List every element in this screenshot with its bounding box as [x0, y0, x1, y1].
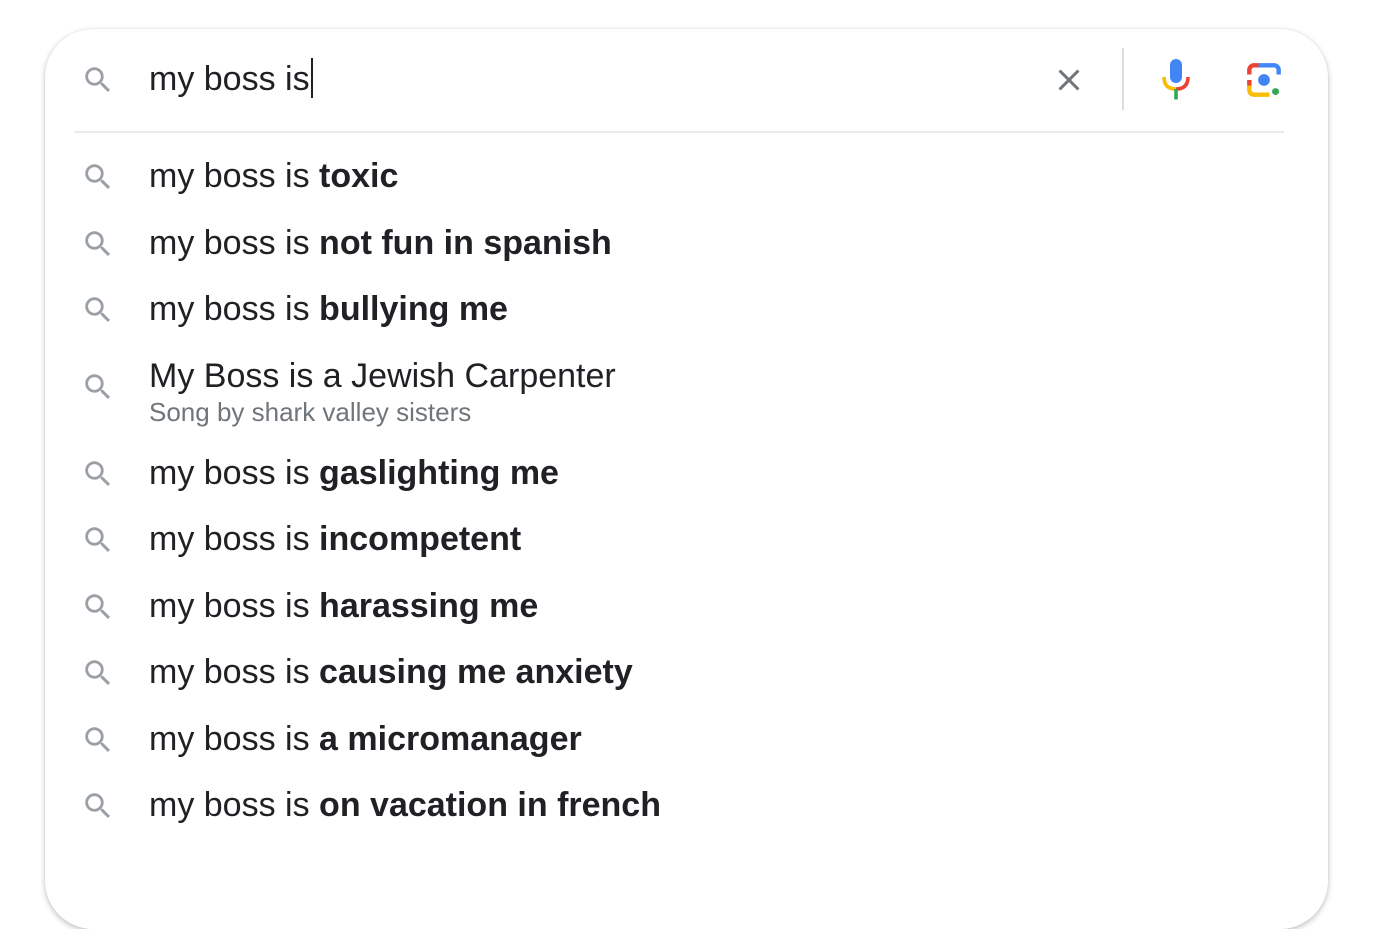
suggestion-prefix: my boss is: [149, 290, 320, 328]
search-icon: [85, 460, 111, 486]
suggestion-text: my boss is toxic: [149, 153, 398, 199]
suggestion-text: my boss is bullying me: [149, 286, 508, 332]
suggestion-prefix: my boss is: [149, 586, 320, 625]
suggestion-text: my boss is a micromanager: [149, 716, 582, 762]
suggestion-item[interactable]: my boss is bullying me: [45, 278, 1328, 345]
suggestion-completion: causing me anxiety: [319, 653, 633, 691]
suggestion-completion: harassing me: [319, 586, 539, 625]
suggestion-completion: bullying me: [319, 290, 508, 328]
search-input[interactable]: my boss is: [149, 56, 313, 102]
search-icon: [85, 660, 111, 686]
suggestion-prefix: my boss is: [149, 653, 320, 691]
suggestion-text: my boss is causing me anxiety: [149, 649, 633, 695]
search-icon: [85, 164, 111, 190]
microphone-icon: [1162, 59, 1190, 100]
suggestion-completion: on vacation in french: [319, 786, 661, 824]
suggestion-item[interactable]: my boss is causing me anxiety: [45, 641, 1328, 708]
search-bar-separator: [74, 131, 1284, 133]
suggestion-prefix: my boss is: [149, 719, 320, 758]
suggestion-item[interactable]: my boss is not fun in spanish: [45, 212, 1328, 279]
search-icon: [85, 527, 111, 553]
suggestion-prefix: my boss is: [149, 223, 320, 262]
search-query-text: my boss is: [149, 60, 310, 98]
suggestion-item-song[interactable]: My Boss is a Jewish Carpenter Song by sh…: [45, 345, 1328, 442]
voice-search-button[interactable]: [1153, 55, 1199, 105]
search-dropdown: my boss is my boss is toxic my boss is n…: [45, 29, 1328, 929]
suggestion-text: my boss is harassing me: [149, 583, 538, 629]
suggestion-title: My Boss is a Jewish Carpenter: [149, 356, 616, 395]
suggestion-completion: gaslighting me: [319, 453, 559, 492]
suggestion-completion: not fun in spanish: [319, 223, 612, 262]
suggestion-list: my boss is toxic my boss is not fun in s…: [45, 145, 1328, 841]
suggestion-text: my boss is gaslighting me: [149, 450, 559, 496]
suggestion-prefix: my boss is: [149, 157, 320, 195]
text-caret: [310, 58, 313, 98]
suggestion-prefix: my boss is: [149, 453, 320, 492]
suggestion-text: my boss is incompetent: [149, 516, 521, 562]
close-icon: [1058, 69, 1080, 91]
suggestion-item[interactable]: my boss is toxic: [45, 145, 1328, 212]
search-icon: [85, 67, 111, 93]
search-icon: [85, 297, 111, 323]
search-icon: [85, 593, 111, 619]
suggestion-completion: a micromanager: [319, 719, 582, 758]
suggestion-prefix: my boss is: [149, 520, 320, 558]
suggestion-text: my boss is on vacation in french: [149, 782, 661, 828]
suggestion-item[interactable]: my boss is incompetent: [45, 508, 1328, 575]
search-icon: [85, 373, 111, 399]
suggestion-item[interactable]: my boss is gaslighting me: [45, 442, 1328, 509]
toolbar-divider: [1122, 48, 1124, 110]
suggestion-completion: toxic: [319, 157, 399, 195]
search-icon: [85, 793, 111, 819]
camera-lens-icon: [1247, 63, 1281, 97]
suggestion-subtitle: Song by shark valley sisters: [149, 396, 472, 427]
suggestion-item[interactable]: my boss is harassing me: [45, 575, 1328, 642]
clear-button[interactable]: [1046, 57, 1092, 103]
suggestion-item[interactable]: my boss is a micromanager: [45, 708, 1328, 775]
suggestion-text: my boss is not fun in spanish: [149, 220, 612, 266]
suggestion-prefix: my boss is: [149, 786, 320, 824]
search-icon: [85, 230, 111, 256]
search-by-image-button[interactable]: [1239, 55, 1289, 105]
suggestion-completion: incompetent: [319, 520, 522, 558]
suggestion-item[interactable]: my boss is on vacation in french: [45, 774, 1328, 841]
search-bar: my boss is: [45, 29, 1328, 131]
search-icon: [85, 726, 111, 752]
